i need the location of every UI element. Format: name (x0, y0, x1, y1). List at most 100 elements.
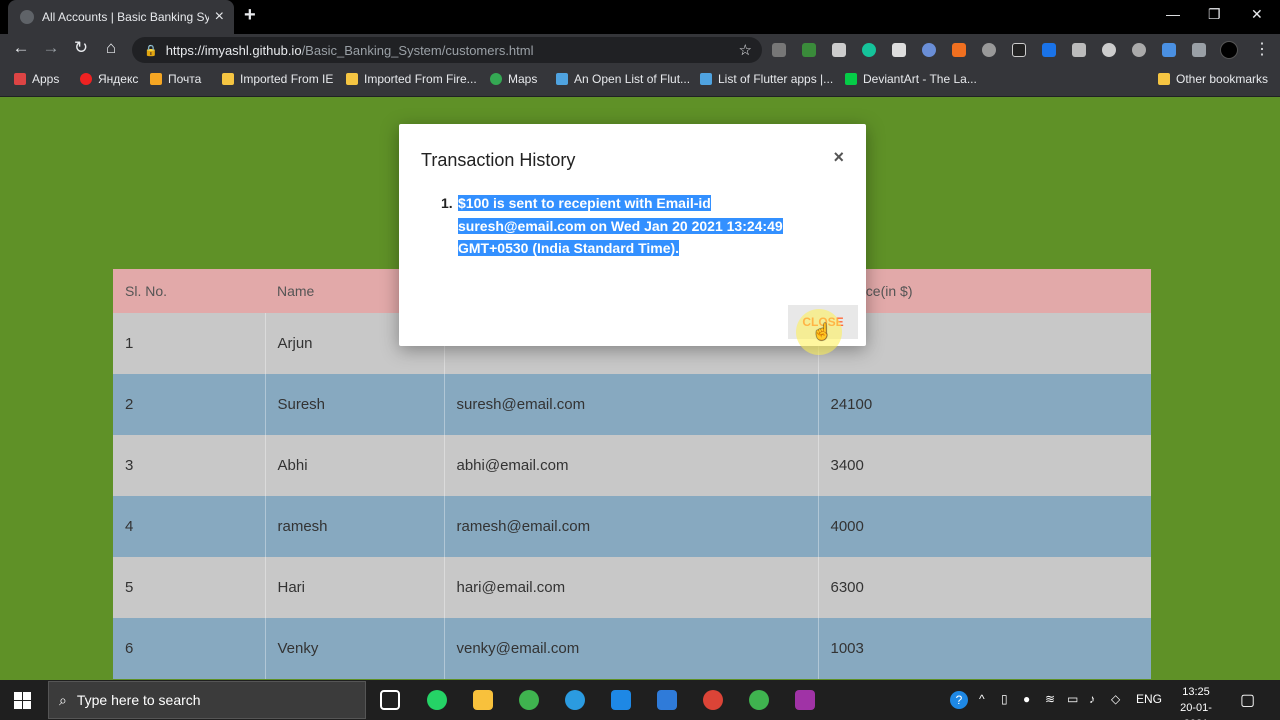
cell-email: hari@email.com (443, 557, 818, 618)
task-view-icon[interactable] (380, 690, 400, 710)
cell-name: ramesh (264, 496, 444, 557)
search-icon: ⌕ (59, 691, 67, 708)
home-icon[interactable]: ⌂ (100, 38, 122, 58)
bookmark-label: Imported From Fire... (364, 72, 477, 86)
microphone-icon[interactable]: ● (1023, 692, 1030, 706)
maps-pin-icon (490, 73, 502, 85)
table-row[interactable]: 4 ramesh ramesh@email.com 4000 (113, 496, 1151, 557)
extension-icon[interactable] (1072, 43, 1086, 57)
extension-icon[interactable] (802, 43, 816, 57)
cell-balance: 3400 (817, 435, 1151, 496)
bookmark-label: Maps (508, 72, 538, 86)
new-tab-button[interactable]: + (244, 4, 256, 27)
bookmark-maps[interactable]: Maps (490, 72, 537, 86)
bookmark-label: Other bookmarks (1176, 72, 1269, 86)
transaction-line: $100 is sent to recepient with Email-id (458, 195, 711, 211)
profile-avatar[interactable] (1220, 41, 1238, 59)
clock[interactable]: 13:25 20-01-2021 (1168, 684, 1224, 720)
bookmark-star-icon[interactable]: ☆ (739, 41, 752, 59)
file-explorer-icon[interactable] (473, 690, 493, 710)
apps-grid-icon (14, 73, 26, 85)
bookmark-flutter-list[interactable]: An Open List of Flut... (556, 72, 690, 86)
extension-icon[interactable] (982, 43, 996, 57)
bookmark-deviantart[interactable]: DeviantArt - The La... (845, 72, 977, 86)
cell-no: 1 (113, 313, 265, 374)
windows-start-icon[interactable] (14, 692, 31, 709)
extension-icon[interactable] (772, 43, 786, 57)
table-row[interactable]: 3 Abhi abhi@email.com 3400 (113, 435, 1151, 496)
extension-icon[interactable] (1162, 43, 1176, 57)
transaction-line: suresh@email.com on Wed Jan 20 2021 13:2… (458, 217, 783, 234)
table-row[interactable]: 6 Venky venky@email.com 1003 (113, 618, 1151, 679)
extension-icon[interactable] (1012, 43, 1026, 57)
meeting-icon[interactable] (795, 690, 815, 710)
cell-email: suresh@email.com (443, 374, 818, 435)
cell-email: ramesh@email.com (443, 496, 818, 557)
cell-email: venky@email.com (443, 618, 818, 679)
wifi-icon[interactable]: ≋ (1045, 692, 1055, 706)
modal-close-icon[interactable]: × (833, 147, 844, 168)
battery-icon[interactable]: ▭ (1067, 692, 1078, 706)
cell-no: 3 (113, 435, 265, 496)
app-icon[interactable] (749, 690, 769, 710)
grammarly-icon[interactable] (862, 43, 876, 57)
extension-icon[interactable] (1042, 43, 1056, 57)
android-studio-icon[interactable] (519, 690, 539, 710)
bookmark-mail[interactable]: Почта (150, 72, 201, 86)
table-row[interactable]: 5 Hari hari@email.com 6300 (113, 557, 1151, 618)
bookmark-yandex[interactable]: Яндекс (80, 72, 138, 86)
reload-icon[interactable]: ↻ (70, 38, 92, 58)
minimize-icon[interactable]: — (1166, 6, 1180, 22)
table-row[interactable]: 2 Suresh suresh@email.com 24100 (113, 374, 1151, 435)
edge-icon[interactable] (565, 690, 585, 710)
extension-icon[interactable] (952, 43, 966, 57)
settings-icon[interactable] (1132, 43, 1146, 57)
cell-name: Abhi (264, 435, 444, 496)
chevron-up-icon[interactable]: ^ (979, 692, 985, 706)
puzzle-icon[interactable] (1192, 43, 1206, 57)
dropbox-icon[interactable]: ◇ (1111, 692, 1120, 706)
extension-icon[interactable] (892, 43, 906, 57)
cell-balance: 6300 (817, 557, 1151, 618)
bookmark-other[interactable]: Other bookmarks (1158, 72, 1268, 86)
sublime-icon[interactable] (657, 690, 677, 710)
volume-icon[interactable]: ♪ (1089, 692, 1095, 706)
tab-close-icon[interactable]: × (215, 8, 224, 26)
bookmark-folder-firefox[interactable]: Imported From Fire... (346, 72, 477, 86)
forward-icon[interactable]: → (40, 38, 62, 58)
bookmarks-bar: Apps Яндекс Почта Imported From IE Impor… (0, 66, 1280, 97)
extension-icon[interactable] (922, 43, 936, 57)
flutter-icon (556, 73, 568, 85)
header-sl-no: Sl. No. (113, 269, 265, 313)
notification-icon[interactable]: ▢ (1240, 690, 1255, 710)
cell-balance (817, 313, 1151, 374)
help-icon[interactable]: ? (950, 691, 968, 709)
bookmark-flutter-apps[interactable]: List of Flutter apps |... (700, 72, 833, 86)
back-icon[interactable]: ← (10, 38, 32, 58)
globe-icon (20, 10, 34, 24)
language-indicator[interactable]: ENG (1136, 692, 1162, 706)
hand-cursor-icon: ☝ (812, 324, 832, 341)
taskbar-search[interactable]: ⌕ Type here to search (48, 681, 366, 719)
phone-icon[interactable] (611, 690, 631, 710)
cell-balance: 24100 (817, 374, 1151, 435)
bookmark-apps[interactable]: Apps (14, 72, 59, 86)
whatsapp-icon[interactable] (427, 690, 447, 710)
extension-icon[interactable] (1102, 43, 1116, 57)
cell-email: abhi@email.com (443, 435, 818, 496)
chrome-icon[interactable] (703, 690, 723, 710)
bookmark-folder-ie[interactable]: Imported From IE (222, 72, 333, 86)
browser-tab[interactable]: All Accounts | Basic Banking Syst × (8, 0, 234, 34)
bookmark-label: Почта (168, 72, 202, 86)
transaction-line: GMT+0530 (India Standard Time). (458, 240, 680, 256)
extension-icon[interactable] (832, 43, 846, 57)
cell-balance: 1003 (817, 618, 1151, 679)
restore-icon[interactable]: ❐ (1208, 6, 1221, 23)
cell-no: 2 (113, 374, 265, 435)
browser-toolbar: ← → ↻ ⌂ 🔒 https://imyashl.github.io/Basi… (0, 34, 1280, 66)
address-bar[interactable]: 🔒 https://imyashl.github.io/Basic_Bankin… (132, 37, 762, 63)
window-close-icon[interactable]: ✕ (1251, 6, 1263, 23)
search-placeholder: Type here to search (76, 692, 201, 708)
device-icon[interactable]: ▯ (1001, 692, 1008, 706)
menu-icon[interactable]: ⋮ (1254, 39, 1270, 59)
